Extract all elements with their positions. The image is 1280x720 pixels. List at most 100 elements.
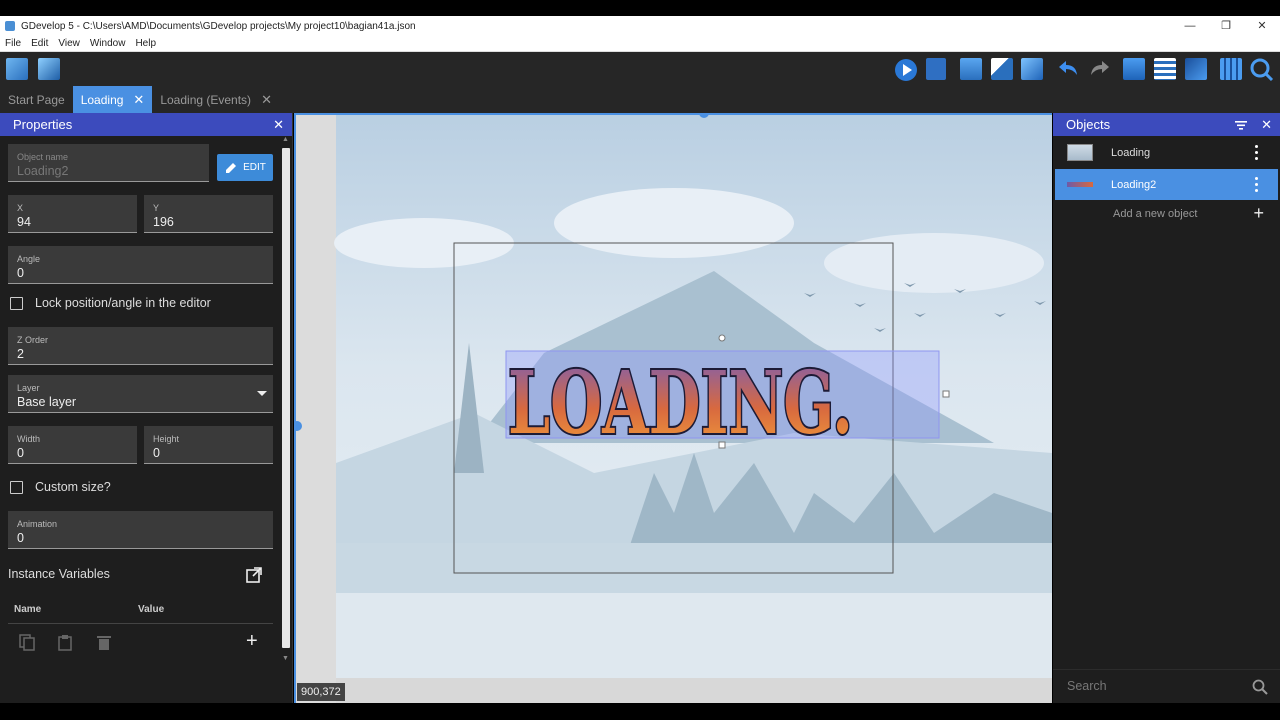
layer-select[interactable]: Layer Base layer — [8, 375, 273, 413]
undo-icon[interactable] — [1056, 59, 1080, 79]
menu-help[interactable]: Help — [130, 38, 161, 49]
angle-label: Angle — [17, 254, 41, 264]
object-thumbnail — [1067, 144, 1093, 161]
menu-window[interactable]: Window — [85, 38, 131, 49]
scrollbar-thumb[interactable] — [282, 148, 290, 648]
edit-object-button[interactable]: EDIT — [217, 154, 273, 181]
objects-panel: Objects ✕ Loading Loading2 Add a new obj… — [1053, 113, 1280, 703]
search-icon[interactable] — [1252, 679, 1268, 695]
resize-handle-bottom[interactable] — [718, 441, 726, 449]
add-object-icon[interactable]: + — [1253, 203, 1264, 224]
close-panel-icon[interactable]: ✕ — [1261, 117, 1272, 133]
canvas-left-border — [294, 113, 296, 703]
history-icon[interactable] — [1185, 58, 1207, 80]
project-manager-icon[interactable] — [6, 58, 28, 80]
loading-text-object[interactable]: LOADING. — [506, 351, 855, 456]
objects-panel-icon[interactable] — [960, 58, 982, 80]
gdevelop-logo-icon — [5, 21, 15, 31]
filter-icon[interactable] — [1235, 120, 1248, 130]
scroll-up-icon[interactable]: ▲ — [282, 136, 289, 143]
width-value: 0 — [17, 446, 24, 460]
dropdown-arrow-icon — [257, 391, 267, 396]
close-tab-icon[interactable]: ✕ — [133, 92, 144, 108]
y-value: 196 — [153, 215, 174, 229]
instances-list-icon[interactable] — [1154, 58, 1176, 80]
window-controls: — ❐ ✕ — [1172, 16, 1280, 36]
checkbox-icon — [10, 296, 23, 310]
height-field[interactable]: Height 0 — [144, 426, 273, 464]
tab-loading[interactable]: Loading ✕ — [72, 86, 153, 113]
network-preview-icon[interactable] — [926, 58, 946, 80]
column-value-header: Value — [138, 604, 165, 615]
scroll-down-icon[interactable]: ▼ — [282, 655, 289, 662]
minimize-button[interactable]: — — [1172, 16, 1208, 36]
object-groups-icon[interactable] — [991, 58, 1013, 80]
tab-loading-events[interactable]: Loading (Events) ✕ — [152, 86, 280, 113]
tab-loading-events-label: Loading (Events) — [160, 92, 252, 107]
instance-variables-title: Instance Variables — [8, 567, 110, 581]
angle-value: 0 — [17, 266, 24, 280]
open-external-icon[interactable] — [246, 567, 262, 583]
scene-background-image: LOADING. — [294, 113, 1052, 703]
tab-start-page-label: Start Page — [8, 92, 65, 107]
tab-start-page[interactable]: Start Page — [0, 86, 73, 113]
delete-icon[interactable] — [97, 635, 111, 651]
column-name-header: Name — [14, 604, 42, 615]
copy-icon[interactable] — [19, 634, 35, 651]
angle-field[interactable]: Angle 0 — [8, 246, 273, 284]
object-name-label: Object name — [17, 152, 69, 162]
z-order-field[interactable]: Z Order 2 — [8, 327, 273, 365]
custom-size-label: Custom size? — [35, 480, 111, 494]
menu-edit[interactable]: Edit — [26, 38, 53, 49]
more-options-icon[interactable] — [1255, 177, 1258, 192]
object-name-value: Loading2 — [17, 164, 69, 178]
close-panel-icon[interactable]: ✕ — [273, 117, 284, 133]
redo-icon[interactable] — [1088, 59, 1112, 79]
edit-label: EDIT — [243, 162, 266, 173]
resize-handle-right[interactable] — [942, 390, 950, 398]
add-variable-icon[interactable]: + — [246, 631, 258, 651]
gdevelop-app: GDevelop 5 - C:\Users\AMD\Documents\GDev… — [0, 0, 1280, 720]
paste-icon[interactable] — [57, 634, 73, 651]
menu-view[interactable]: View — [53, 38, 85, 49]
object-thumbnail — [1067, 182, 1093, 187]
width-field[interactable]: Width 0 — [8, 426, 137, 464]
object-item-label: Loading2 — [1111, 178, 1157, 191]
close-tab-icon[interactable]: ✕ — [261, 92, 272, 108]
grid-icon[interactable] — [1220, 58, 1242, 80]
menu-file[interactable]: File — [0, 38, 26, 49]
lock-position-checkbox[interactable]: Lock position/angle in the editor — [10, 296, 211, 310]
cursor-coordinates: 900,372 — [297, 683, 345, 701]
canvas-top-border — [294, 113, 1052, 115]
window-title: GDevelop 5 - C:\Users\AMD\Documents\GDev… — [21, 20, 416, 32]
restore-button[interactable]: ❐ — [1208, 16, 1244, 36]
more-options-icon[interactable] — [1255, 145, 1258, 160]
width-label: Width — [17, 434, 41, 444]
preview-play-icon[interactable] — [894, 58, 918, 82]
zoom-icon[interactable] — [1250, 58, 1274, 82]
x-value: 94 — [17, 215, 31, 229]
object-item[interactable]: Loading — [1055, 137, 1278, 168]
properties-panel-icon[interactable] — [1021, 58, 1043, 80]
custom-size-checkbox[interactable]: Custom size? — [10, 480, 111, 494]
start-page-icon[interactable] — [38, 58, 60, 80]
rotate-handle[interactable] — [718, 334, 726, 342]
layers-icon[interactable] — [1123, 58, 1145, 80]
search-input[interactable]: Search — [1067, 679, 1107, 693]
y-field[interactable]: Y 196 — [144, 195, 273, 233]
properties-scrollbar[interactable]: ▲ ▼ — [280, 136, 292, 662]
z-order-label: Z Order — [17, 335, 49, 345]
object-item-label: Loading — [1111, 146, 1151, 159]
y-label: Y — [153, 203, 160, 213]
object-item-selected[interactable]: Loading2 — [1055, 169, 1278, 200]
x-field[interactable]: X 94 — [8, 195, 137, 233]
z-order-value: 2 — [17, 347, 24, 361]
animation-field[interactable]: Animation 0 — [8, 511, 273, 549]
height-label: Height — [153, 434, 180, 444]
search-bar[interactable]: Search — [1053, 669, 1280, 703]
add-new-object-button[interactable]: Add a new object — [1113, 208, 1197, 220]
close-window-button[interactable]: ✕ — [1244, 16, 1280, 36]
main-toolbar — [0, 52, 1280, 86]
properties-header: Properties ✕ — [0, 113, 292, 136]
scene-canvas[interactable]: LOADING. — [294, 113, 1052, 703]
